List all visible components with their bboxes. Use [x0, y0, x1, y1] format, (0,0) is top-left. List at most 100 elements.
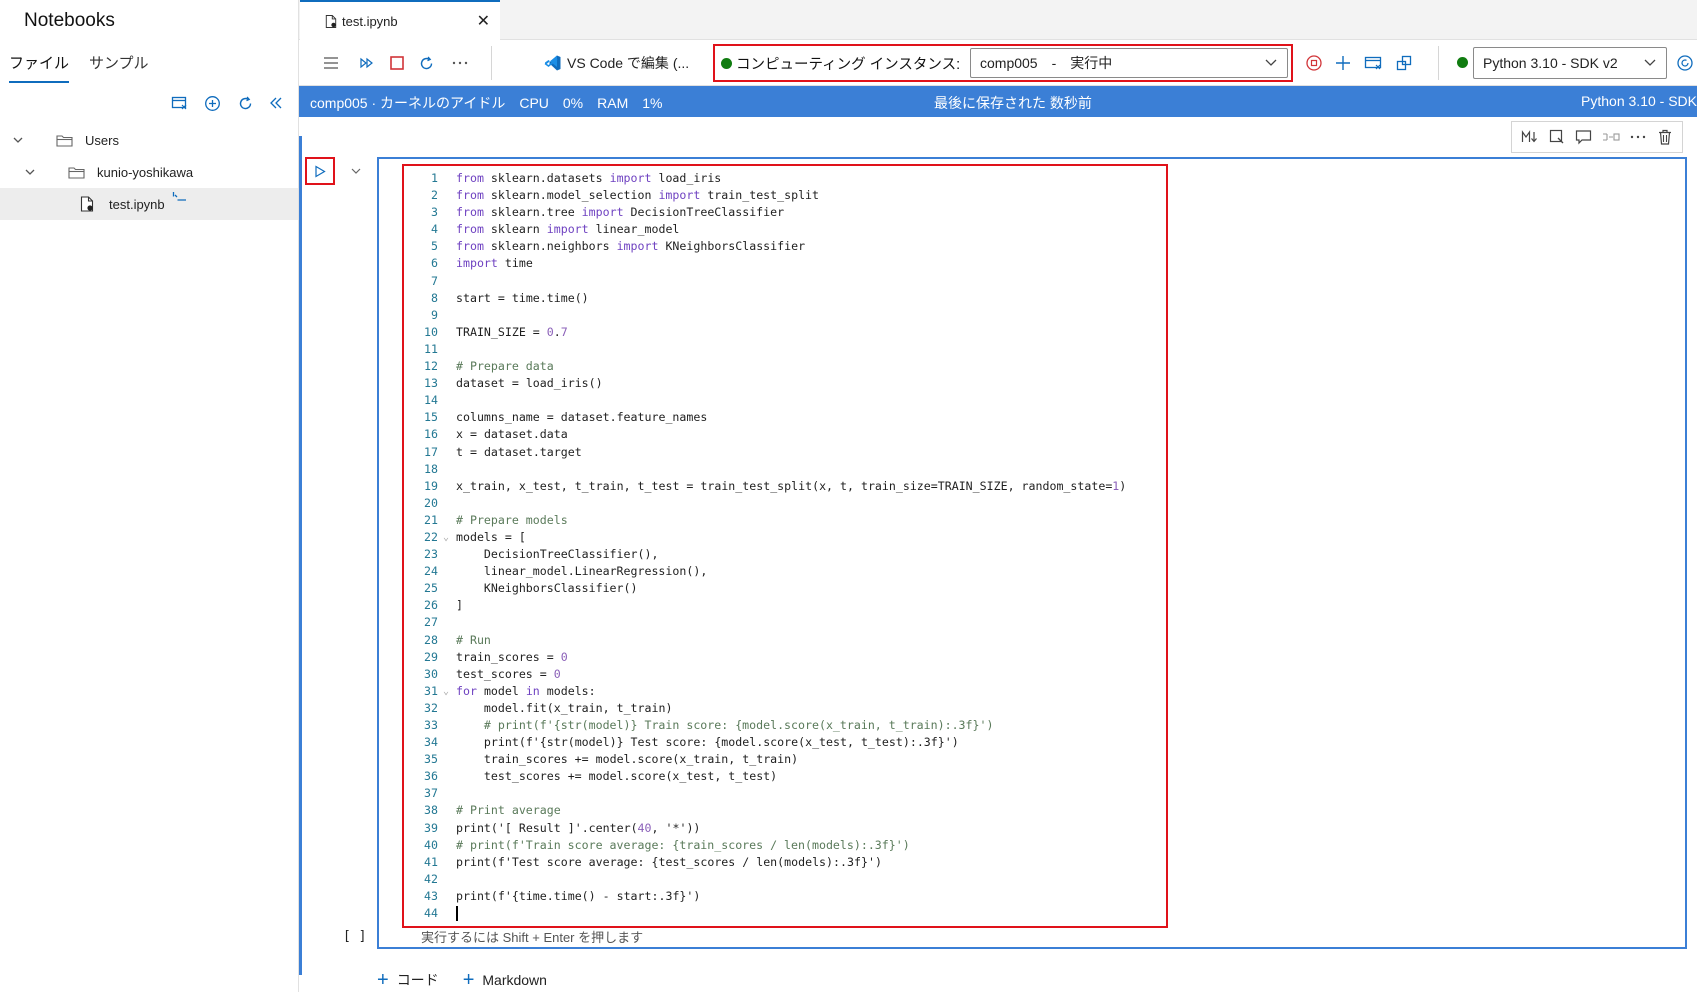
line-number: 29: [424, 649, 438, 664]
tab-test-ipynb[interactable]: test.ipynb ✕: [300, 0, 500, 40]
kernel-refresh-icon[interactable]: [1673, 51, 1697, 75]
add-icon[interactable]: [201, 92, 223, 114]
compute-value: comp005 - 実行中: [980, 55, 1113, 71]
code-line: 26]: [404, 597, 1164, 614]
close-icon[interactable]: ✕: [477, 11, 490, 31]
fold-chevron-icon[interactable]: ⌄: [443, 683, 449, 700]
notebook-area: 1 from sklearn.datasets import load_iris 2…: [299, 117, 1697, 992]
kernel-select[interactable]: Python 3.10 - SDK v2: [1473, 47, 1667, 79]
line-number: 15: [424, 410, 438, 425]
code-line: 12 # Prepare data: [404, 358, 1164, 375]
line-number: 18: [424, 461, 438, 476]
cell-select-icon[interactable]: [1546, 126, 1568, 148]
code-editor[interactable]: 1 from sklearn.datasets import load_iris 2…: [402, 164, 1168, 928]
run-cell-button[interactable]: [305, 157, 335, 185]
open-in-new-icon[interactable]: [1392, 51, 1416, 75]
vscode-icon: [544, 54, 562, 72]
execution-count: [ ]: [343, 929, 367, 944]
code-line: 43 print(f'{time.time() - start:.3f}'): [404, 888, 1164, 905]
code-line: 32 model.fit(x_train, t_train): [404, 700, 1164, 717]
kernel-status-dot-icon: [1457, 57, 1468, 68]
line-source: train_scores = 0: [456, 649, 568, 664]
compute-instance-group: コンピューティング インスタンス: comp005 - 実行中: [713, 44, 1293, 82]
code-line: 31 ⌄ for model in models:: [404, 683, 1164, 700]
code-line: 41 print(f'Test score average: {test_scor…: [404, 854, 1164, 871]
compute-details-icon[interactable]: [1361, 51, 1385, 75]
kernel-status-bar: comp005 · カーネルのアイドル CPU 0% RAM 1% 最後に保存さ…: [299, 86, 1697, 117]
add-markdown-cell-button[interactable]: + Markdown: [463, 970, 547, 990]
tree-item-label: Users: [85, 132, 119, 148]
more-icon[interactable]: [448, 51, 472, 75]
collapse-panel-icon[interactable]: [265, 92, 287, 114]
kernel-name-text: Python 3.10 - SDK: [1581, 93, 1697, 109]
line-source: # Prepare models: [456, 512, 568, 527]
delete-icon[interactable]: [1654, 126, 1676, 148]
line-source: models = [: [456, 529, 526, 544]
code-line: 34 print(f'{str(model)} Test score: {mod…: [404, 734, 1164, 751]
split-cell-icon[interactable]: [1600, 126, 1622, 148]
vscode-label: VS Code で編集 (...: [567, 55, 690, 71]
code-line: 25 KNeighborsClassifier(): [404, 580, 1164, 597]
chevron-down-icon[interactable]: [11, 133, 25, 147]
refresh-icon[interactable]: [234, 92, 256, 114]
line-number: 43: [424, 888, 438, 903]
compute-instance-select[interactable]: comp005 - 実行中: [970, 48, 1288, 78]
tree-item-users[interactable]: Users: [0, 124, 298, 156]
code-line: 10 TRAIN_SIZE = 0.7: [404, 324, 1164, 341]
code-line: 30 test_scores = 0: [404, 666, 1164, 683]
line-source: # print(f'{str(model)} Train score: {mod…: [456, 718, 994, 732]
code-lines: 1 from sklearn.datasets import load_iris 2…: [404, 170, 1164, 922]
line-source: KNeighborsClassifier(): [483, 581, 638, 596]
chevron-down-icon[interactable]: [23, 165, 37, 179]
stop-compute-icon[interactable]: [1302, 51, 1326, 75]
more-icon[interactable]: [1627, 126, 1649, 148]
notebook-file-icon: [80, 196, 94, 212]
comment-icon[interactable]: [1573, 126, 1595, 148]
code-line: 14: [404, 392, 1164, 409]
markdown-toggle-icon[interactable]: [1519, 126, 1541, 148]
notebook-toolbar: VS Code で編集 (... コンピューティング インスタンス: comp0…: [299, 40, 1697, 86]
tree-item-test-ipynb[interactable]: test.ipynb: [0, 188, 298, 220]
tree-item-kunio-yoshikawa[interactable]: kunio-yoshikawa: [0, 156, 298, 188]
line-source: ]: [456, 598, 463, 613]
code-line: 28 # Run: [404, 632, 1164, 649]
line-source: print('[ Result ]'.center(40, '*')): [456, 820, 701, 835]
tab-files[interactable]: ファイル: [9, 52, 70, 83]
line-number: 30: [424, 666, 438, 681]
line-number: 23: [424, 547, 438, 562]
code-line: 38 # Print average: [404, 802, 1164, 819]
tab-label: test.ipynb: [342, 13, 398, 29]
vscode-edit-button[interactable]: VS Code で編集 (...: [544, 51, 689, 75]
chevron-down-icon[interactable]: [348, 163, 364, 179]
code-line: 22 ⌄ models = [: [404, 529, 1164, 546]
code-line: 5 from sklearn.neighbors import KNeighbor…: [404, 238, 1164, 255]
run-all-icon[interactable]: [355, 51, 379, 75]
add-compute-icon[interactable]: [1331, 51, 1355, 75]
code-line: 20: [404, 495, 1164, 512]
loading-icon: [172, 191, 188, 205]
code-line: 19 x_train, x_test, t_train, t_test = tra…: [404, 478, 1164, 495]
line-source: columns_name = dataset.feature_names: [456, 410, 708, 425]
file-tree: Users kunio-yoshikawa test.ipynb: [0, 124, 298, 220]
fold-chevron-icon[interactable]: ⌄: [443, 529, 449, 546]
code-line: 37: [404, 785, 1164, 802]
line-source: test_scores = 0: [456, 666, 561, 681]
line-number: 6: [431, 256, 438, 271]
tree-item-label: test.ipynb: [109, 196, 165, 212]
notebook-file-icon: [325, 14, 337, 29]
line-number: 2: [431, 188, 438, 203]
add-code-cell-button[interactable]: + コード: [377, 970, 439, 990]
menu-icon[interactable]: [319, 51, 343, 75]
tab-samples[interactable]: サンプル: [89, 52, 149, 81]
line-number: 40: [424, 837, 438, 852]
new-file-icon[interactable]: [168, 92, 190, 114]
line-source: # Run: [456, 632, 491, 647]
plus-icon: +: [377, 969, 389, 991]
line-number: 9: [431, 307, 438, 322]
code-line: 21 # Prepare models: [404, 512, 1164, 529]
add-cell-row: + コード + Markdown: [377, 967, 571, 992]
stop-icon[interactable]: [385, 51, 409, 75]
restart-icon[interactable]: [414, 51, 438, 75]
tree-item-label: kunio-yoshikawa: [97, 164, 194, 180]
code-line: 3 from sklearn.tree import DecisionTreeCl…: [404, 204, 1164, 221]
